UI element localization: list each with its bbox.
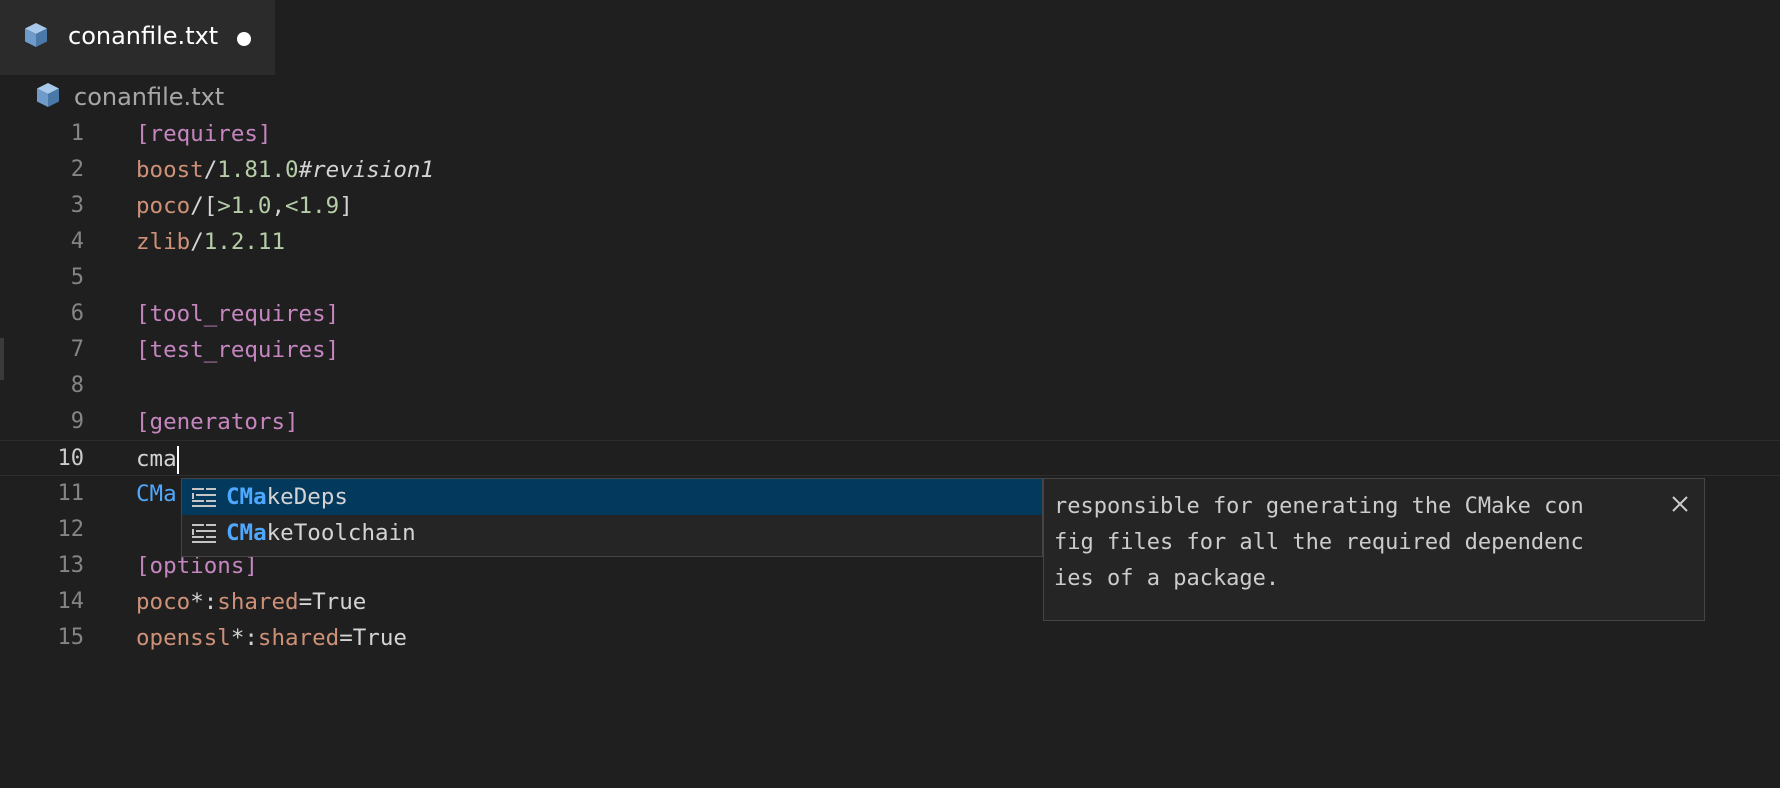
option-key: shared: [217, 589, 299, 615]
suggestion-description: responsible for generating the CMake con…: [1054, 489, 1644, 597]
section-header: [requires]: [136, 121, 272, 147]
unsaved-indicator-icon[interactable]: [237, 32, 251, 46]
text-lines-icon: [190, 522, 218, 548]
breadcrumb-file-label: conanfile.txt: [74, 83, 225, 111]
line-number: 2: [70, 157, 84, 182]
tab-conanfile[interactable]: conanfile.txt: [0, 0, 275, 75]
code-line[interactable]: 5: [0, 260, 1780, 296]
line-number: 14: [57, 589, 85, 614]
section-header: [tool_requires]: [136, 301, 340, 327]
close-icon[interactable]: [1671, 495, 1689, 517]
version-range-max: <1.9: [285, 193, 340, 219]
separator: =: [298, 589, 313, 615]
suggestion-rest: keToolchain: [266, 520, 416, 546]
suggestion-rest: keDeps: [266, 484, 348, 510]
separator: /: [203, 157, 218, 183]
code-line[interactable]: 8: [0, 368, 1780, 404]
line-number: 15: [57, 625, 85, 650]
suggestion-item-cmaketoolchain[interactable]: CMakeToolchain: [182, 515, 1042, 551]
conan-file-icon: [36, 82, 60, 112]
separator: =: [339, 625, 353, 651]
current-code-line[interactable]: 10 cma: [0, 440, 1780, 476]
package-name: zlib: [136, 229, 191, 255]
generator-name: CMa: [136, 481, 177, 507]
package-name: poco: [136, 193, 191, 219]
line-number: 12: [57, 517, 85, 542]
text-cursor: [176, 445, 179, 474]
description-line: responsible for generating the CMake con: [1054, 494, 1584, 519]
code-line[interactable]: 6 [tool_requires]: [0, 296, 1780, 332]
section-header: [test_requires]: [136, 337, 340, 363]
tab-bar: conanfile.txt: [0, 0, 1780, 75]
separator: ,: [271, 193, 286, 219]
line-number: 7: [70, 337, 84, 362]
typed-text: cma: [136, 446, 177, 472]
option-key: shared: [257, 625, 340, 651]
line-number: 1: [70, 121, 84, 146]
package-name: poco: [136, 589, 191, 615]
separator: *:: [230, 625, 258, 651]
autocomplete-suggestion-list: CMakeDeps CMakeToolchain: [181, 478, 1043, 557]
tab-label: conanfile.txt: [68, 22, 219, 50]
code-line[interactable]: 1 [requires]: [0, 116, 1780, 152]
suggestion-match: CMa: [226, 520, 267, 546]
package-revision: #revision1: [298, 157, 435, 183]
code-line[interactable]: 7 [test_requires]: [0, 332, 1780, 368]
line-number: 9: [70, 409, 84, 434]
option-value: True: [312, 589, 367, 615]
package-version: 1.2.11: [203, 229, 286, 255]
code-line[interactable]: 4 zlib/1.2.11: [0, 224, 1780, 260]
line-number: 10: [57, 446, 85, 471]
line-number: 5: [70, 265, 84, 290]
code-line[interactable]: 3 poco/[>1.0,<1.9]: [0, 188, 1780, 224]
suggestion-item-cmakedeps[interactable]: CMakeDeps: [182, 479, 1042, 515]
package-name: openssl: [136, 625, 231, 651]
separator: /[: [190, 193, 218, 219]
separator: *:: [190, 589, 218, 615]
line-number: 3: [70, 193, 84, 218]
package-version: 1.81.0: [217, 157, 299, 183]
line-number: 4: [70, 229, 84, 254]
suggestion-details-panel: responsible for generating the CMake con…: [1043, 478, 1705, 621]
line-number: 6: [70, 301, 84, 326]
description-line: ies of a package.: [1054, 566, 1280, 591]
separator: ]: [339, 193, 353, 219]
line-number: 13: [57, 553, 85, 578]
separator: /: [190, 229, 204, 255]
conan-file-icon: [24, 22, 48, 52]
package-name: boost: [136, 157, 204, 183]
version-range-min: >1.0: [217, 193, 272, 219]
text-lines-icon: [190, 486, 218, 512]
code-line[interactable]: 2 boost/1.81.0#revision1: [0, 152, 1780, 188]
line-number: 8: [70, 373, 84, 398]
suggestion-match: CMa: [226, 484, 267, 510]
code-line[interactable]: 15 openssl*:shared=True: [0, 620, 1780, 656]
code-line[interactable]: 9 [generators]: [0, 404, 1780, 440]
option-value: True: [352, 625, 407, 651]
breadcrumb[interactable]: conanfile.txt: [36, 80, 224, 114]
description-line: fig files for all the required dependenc: [1054, 530, 1584, 555]
line-number: 11: [57, 481, 85, 506]
section-header: [generators]: [136, 409, 299, 435]
